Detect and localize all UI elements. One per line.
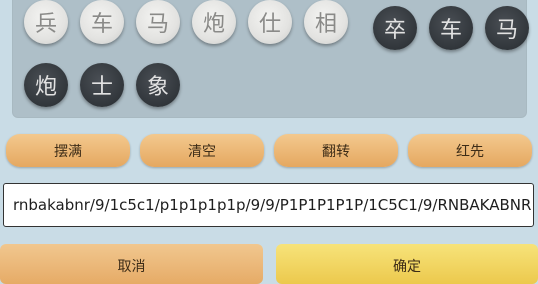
red-elephant-piece[interactable]: 相	[304, 0, 348, 44]
black-elephant-piece[interactable]: 象	[136, 63, 180, 107]
black-chariot-piece[interactable]: 车	[429, 6, 473, 50]
cancel-button[interactable]: 取消	[0, 244, 263, 284]
black-soldier-piece[interactable]: 卒	[373, 6, 417, 50]
piece-palette: 兵 车 马 炮 仕 相 卒 车 马 炮 士 象	[12, 0, 529, 118]
red-cannon-piece[interactable]: 炮	[192, 0, 236, 44]
black-advisor-piece[interactable]: 士	[80, 63, 124, 107]
red-chariot-piece[interactable]: 车	[80, 0, 124, 44]
black-cannon-piece[interactable]: 炮	[24, 63, 68, 107]
flip-button[interactable]: 翻转	[274, 134, 398, 167]
clear-button[interactable]: 清空	[140, 134, 264, 167]
fen-input[interactable]: rnbakabnr/9/1c5c1/p1p1p1p1p/9/9/P1P1P1P1…	[3, 183, 534, 227]
black-horse-piece[interactable]: 马	[485, 6, 529, 50]
red-horse-piece[interactable]: 马	[136, 0, 180, 44]
confirm-label: 确定	[393, 259, 421, 275]
confirm-button[interactable]: 确定	[276, 244, 538, 284]
fen-text: rnbakabnr/9/1c5c1/p1p1p1p1p/9/9/P1P1P1P1…	[13, 196, 534, 214]
red-soldier-piece[interactable]: 兵	[24, 0, 68, 44]
fill-button[interactable]: 摆满	[6, 134, 130, 167]
cancel-label: 取消	[117, 259, 146, 275]
side-to-move-button[interactable]: 红先	[408, 134, 532, 167]
red-advisor-piece[interactable]: 仕	[248, 0, 292, 44]
